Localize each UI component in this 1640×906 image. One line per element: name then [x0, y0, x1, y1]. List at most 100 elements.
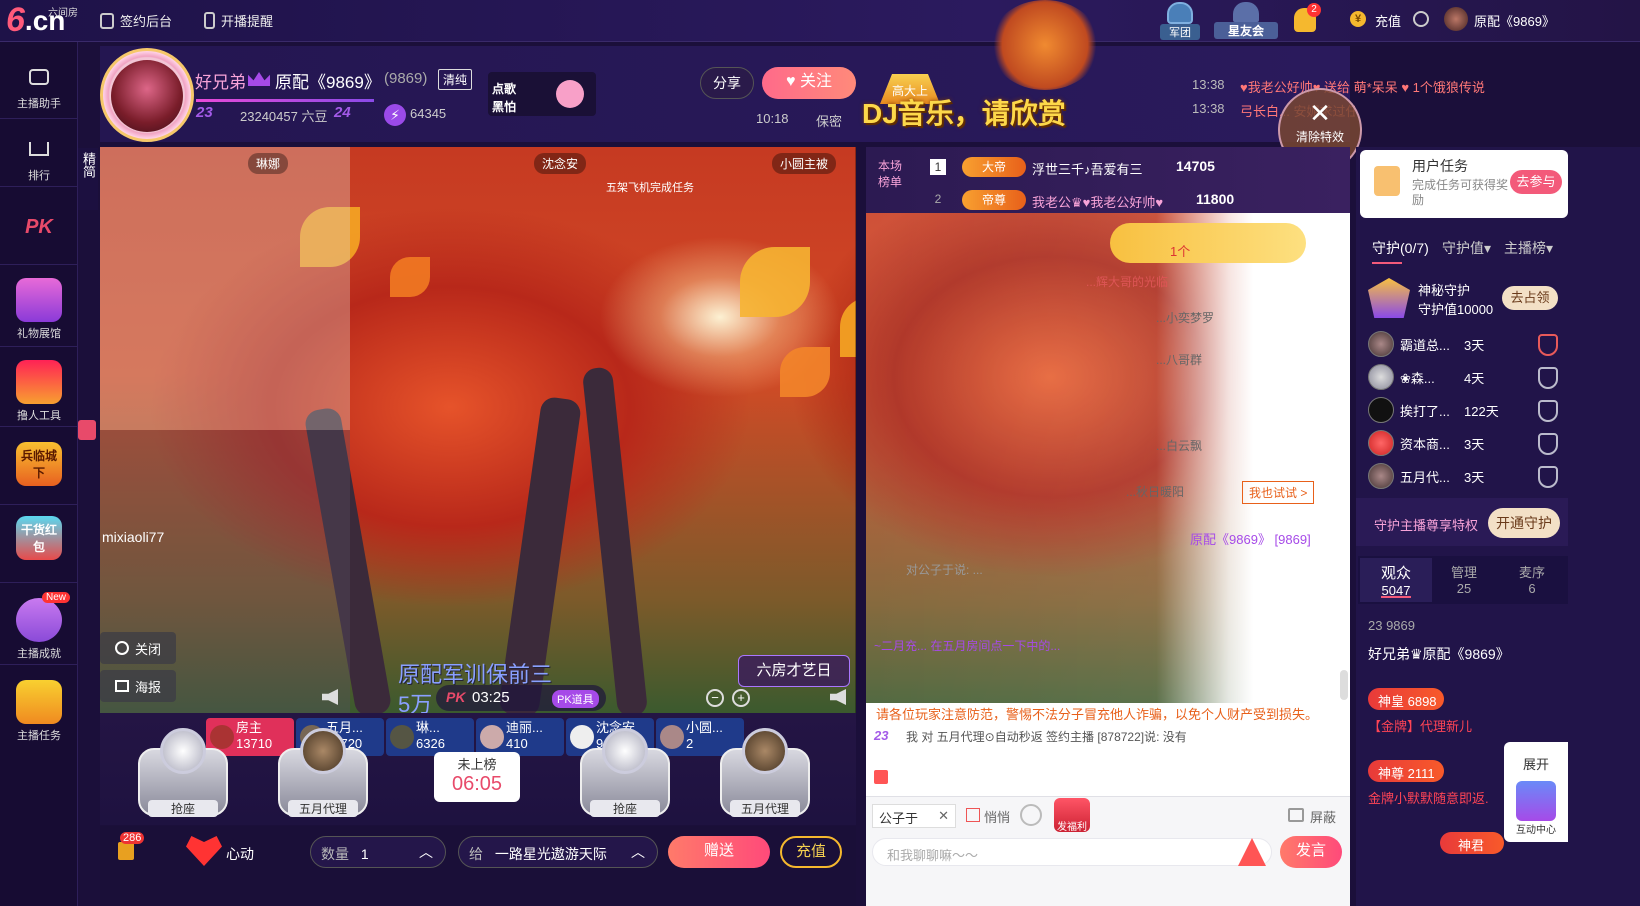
guard-shield-icon — [1538, 466, 1558, 488]
rank-card[interactable]: 迪丽... 410 — [476, 718, 564, 756]
chat-input[interactable]: 和我聊聊嘛～～ — [872, 838, 1272, 866]
close-icon[interactable]: ✕ — [938, 808, 949, 824]
timer-card: 未上榜 06:05 — [434, 752, 520, 802]
rank-user[interactable]: 浮世三千♪吾爱有三 — [1032, 159, 1143, 178]
sidebar-item-anchor-task[interactable]: 主播任务 — [0, 680, 78, 743]
sidebar-item-anchor-assistant[interactable]: 主播助手 — [0, 62, 78, 111]
seat[interactable]: 五月代理 — [278, 728, 368, 818]
whisper-checkbox[interactable] — [966, 808, 980, 822]
sidebar-item-siege[interactable]: 兵临城下 — [0, 442, 78, 489]
expand-panel[interactable]: 展开 互动中心 — [1504, 742, 1568, 842]
user-avatar[interactable] — [1444, 7, 1468, 31]
open-guard-button[interactable]: 开通守护 — [1488, 508, 1560, 538]
guard-row[interactable]: ❀森... 4天 — [1368, 363, 1558, 391]
clear-effects-label: 清除特效 — [1295, 130, 1344, 144]
star-club-button[interactable]: 星友会 — [1214, 0, 1278, 40]
heart-count-badge: 286 — [120, 832, 145, 844]
pk-tool[interactable]: PK道具 — [552, 690, 599, 708]
sidebar-item-gift-hall[interactable]: 礼物展馆 — [0, 278, 78, 341]
share-button[interactable]: 分享 — [700, 67, 754, 99]
sidebar-item-achievement[interactable]: 主播成就 — [0, 598, 78, 661]
side-tab-simplify[interactable]: 精简 — [78, 148, 98, 210]
anchor-avatar[interactable] — [111, 60, 183, 132]
recharge-button[interactable]: 充值 — [780, 836, 842, 868]
recipient-select[interactable]: 给 一路星光遨游天际 ︿ — [458, 836, 658, 868]
privilege-label[interactable]: 守护主播尊享特权 — [1374, 515, 1478, 534]
lightning-icon: ⚡ — [384, 104, 406, 126]
flag-icon[interactable] — [874, 770, 888, 784]
try-it-button[interactable]: 我也试试 > — [1242, 481, 1315, 504]
song-request-panel[interactable]: 点歌 黑怕 — [488, 72, 596, 116]
seat[interactable]: 抢座 — [138, 728, 228, 818]
grid-icon[interactable] — [78, 420, 96, 440]
tab-anchor-rank[interactable]: 主播榜▾ — [1504, 238, 1553, 258]
viewer-name[interactable]: 【金牌】代理新儿 — [1368, 716, 1472, 735]
chat-send-button[interactable]: 发言 — [1280, 836, 1342, 868]
rank-title-2: 榜单 — [878, 175, 903, 189]
seat-label: 抢座 — [590, 800, 660, 817]
legion-button[interactable]: 军团 — [1160, 0, 1200, 40]
rank-badge: 帝尊 — [962, 190, 1026, 210]
zoom-out-icon[interactable]: − — [706, 689, 724, 707]
tab-mic-queue[interactable]: 麦序 6 — [1502, 562, 1562, 596]
user-name[interactable]: 原配《9869》 — [1474, 11, 1555, 30]
guard-shield-icon — [1538, 400, 1558, 422]
seat[interactable]: 五月代理 — [720, 728, 810, 818]
tab-label: 麦序 — [1518, 565, 1545, 580]
chat-scrollbar[interactable] — [1340, 670, 1348, 700]
close-icon: ✕ — [1309, 98, 1331, 128]
interact-center-icon — [1516, 781, 1556, 821]
poster-button[interactable]: 海报 — [100, 670, 176, 702]
occupy-button[interactable]: 去占领 — [1502, 286, 1558, 310]
chat-msg: ...八哥群 — [1156, 353, 1203, 367]
rank-user[interactable]: 我老公♛♥我老公好帅♥ — [1032, 192, 1163, 211]
gift-bag-icon[interactable] — [118, 842, 134, 860]
seat[interactable]: 抢座 — [580, 728, 670, 818]
tab-guard-value[interactable]: 守护值▾ — [1442, 238, 1491, 258]
sidebar-label: 主播助手 — [17, 98, 61, 110]
viewer-name[interactable]: 好兄弟♛原配《9869》 — [1368, 644, 1510, 664]
sidebar-item-ranking[interactable]: 排行 — [0, 134, 78, 183]
shield-icon — [1288, 808, 1304, 822]
rank-card[interactable]: 琳... 6326 — [386, 718, 474, 756]
close-button[interactable]: 关闭 — [100, 632, 176, 664]
guard-row[interactable]: 挨打了... 122天 — [1368, 396, 1558, 424]
chevron-up-icon: ︿ — [631, 844, 645, 860]
guard-row[interactable]: 五月代... 3天 — [1368, 462, 1558, 490]
quantity-field[interactable]: 数量 1 ︿ — [310, 836, 446, 868]
chat-msg: ...秋日暖阳 — [1126, 485, 1185, 499]
medal-icon — [16, 598, 62, 642]
pk-timer-bar: PK 03:25 PK道具 — [436, 685, 606, 711]
power-icon — [114, 641, 129, 655]
block-label[interactable]: 屏蔽 — [1310, 807, 1336, 826]
emoji-icon[interactable] — [1020, 804, 1042, 826]
sidebar-item-tools[interactable]: 撸人工具 — [0, 360, 78, 423]
zoom-in-icon[interactable]: + — [732, 689, 750, 707]
menu-icon[interactable] — [1413, 11, 1429, 27]
site-logo[interactable]: 6 .cn 六间房 — [6, 2, 78, 38]
sidebar-item-red-packet[interactable]: 干货红包 — [0, 516, 78, 563]
live-reminder-link[interactable]: 开播提醒 — [204, 11, 273, 30]
join-task-button[interactable]: 去参与 — [1510, 170, 1562, 194]
sidebar-item-pk[interactable]: PK — [0, 212, 78, 245]
guard-row[interactable]: 资本商... 3天 — [1368, 429, 1558, 457]
guard-row[interactable]: 霸道总... 3天 — [1368, 330, 1558, 358]
chat-target[interactable]: 公子于 ✕ — [872, 804, 956, 828]
live-stage[interactable]: 琳娜 沈念安 小圆主被 五架飞机完成任务 mixiaoli77 原配军训保前三 … — [100, 147, 856, 713]
recharge-link[interactable]: 充值 — [1375, 11, 1401, 30]
follow-button[interactable]: ♥ 关注 — [762, 67, 856, 99]
chat-placeholder: 和我聊聊嘛～～ — [887, 848, 979, 863]
chat-message-list[interactable]: 1个 ...辉大哥的光临 ...小奕梦罗 ...八哥群 ...白云飘 ...秋日… — [866, 213, 1350, 703]
side-tab-label: 精简 — [81, 152, 96, 178]
send-gift-button[interactable]: 赠送 — [668, 836, 770, 868]
red-packet-button[interactable]: 发福利 — [1054, 798, 1090, 833]
fraud-warning: 请各位玩家注意防范，警惕不法分子冒充他人诈骗，以免个人财产受到损失。 — [876, 707, 1319, 722]
tab-admin[interactable]: 管理 25 — [1434, 562, 1494, 596]
pk-icon: PK — [25, 215, 53, 238]
user-task-card[interactable]: 用户任务 完成任务可获得奖励 去参与 — [1360, 150, 1568, 218]
tab-guard[interactable]: 守护(0/7) — [1372, 238, 1429, 258]
tab-label: 观众 — [1380, 565, 1411, 582]
lollipop-icon — [556, 80, 584, 108]
viewer-name[interactable]: 金牌小默默随意即返. — [1368, 788, 1489, 807]
sign-backend-link[interactable]: 签约后台 — [100, 11, 172, 30]
